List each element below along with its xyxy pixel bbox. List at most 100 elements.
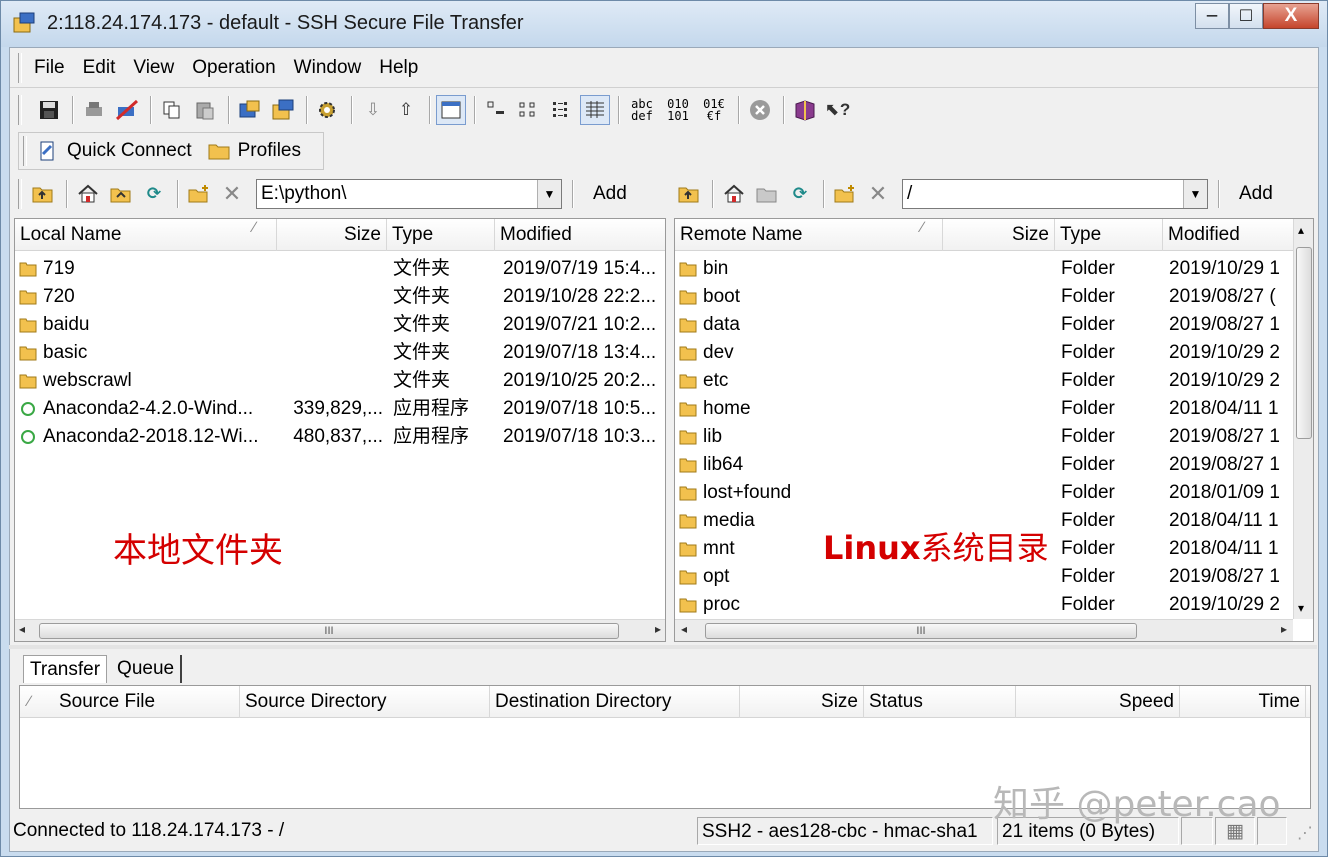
minimize-button[interactable]: – bbox=[1195, 3, 1229, 29]
profiles-button[interactable]: Profiles bbox=[208, 140, 301, 162]
menu-window[interactable]: Window bbox=[294, 57, 362, 79]
table-row[interactable]: Anaconda2-4.2.0-Wind... 339,829,... 应用程序 20… bbox=[15, 395, 665, 423]
close-button[interactable]: X bbox=[1263, 3, 1319, 29]
table-row[interactable]: 720 文件夹 2019/10/28 22:2... bbox=[15, 283, 665, 311]
table-row[interactable]: basic 文件夹 2019/07/18 13:4... bbox=[15, 339, 665, 367]
local-col-name[interactable]: Local Name bbox=[15, 219, 277, 251]
scroll-right-icon[interactable]: ▸ bbox=[655, 622, 661, 636]
transfer-col-status[interactable]: Status bbox=[864, 686, 1016, 718]
list-view-icon[interactable] bbox=[547, 95, 577, 125]
upload-arrow-icon[interactable]: ⇧ bbox=[391, 95, 421, 125]
chevron-down-icon[interactable]: ▼ bbox=[1183, 180, 1207, 208]
tab-transfer[interactable]: Transfer bbox=[23, 655, 108, 683]
settings-icon[interactable] bbox=[313, 95, 343, 125]
scroll-left-icon[interactable]: ◂ bbox=[681, 622, 687, 636]
remote-col-type[interactable]: Type bbox=[1055, 219, 1163, 251]
local-new-folder-icon[interactable] bbox=[184, 179, 214, 209]
remote-new-folder-icon[interactable] bbox=[830, 179, 860, 209]
toolbar-grip[interactable] bbox=[18, 95, 22, 125]
table-row[interactable]: lib Folder 2019/08/27 1 bbox=[675, 423, 1293, 451]
remote-refresh-icon[interactable]: ⟳ bbox=[785, 179, 815, 209]
paste-icon[interactable] bbox=[190, 95, 220, 125]
new-file-transfer-icon[interactable] bbox=[268, 95, 298, 125]
remote-col-name[interactable]: Remote Name bbox=[675, 219, 943, 251]
help-book-icon[interactable] bbox=[790, 95, 820, 125]
scroll-right-icon[interactable]: ▸ bbox=[1281, 622, 1287, 636]
remote-up-folder-icon[interactable] bbox=[674, 179, 704, 209]
table-row[interactable]: data Folder 2019/08/27 1 bbox=[675, 311, 1293, 339]
menu-help[interactable]: Help bbox=[379, 57, 418, 79]
menubar-grip[interactable] bbox=[18, 52, 22, 83]
table-row[interactable]: 719 文件夹 2019/07/19 15:4... bbox=[15, 255, 665, 283]
tab-queue[interactable]: Queue bbox=[111, 655, 183, 683]
table-row[interactable]: lost+found Folder 2018/01/09 1 bbox=[675, 479, 1293, 507]
save-icon[interactable] bbox=[34, 95, 64, 125]
ascii-mode-button[interactable]: abc def bbox=[625, 98, 659, 122]
local-add-button[interactable]: Add bbox=[593, 183, 627, 205]
large-icons-view-icon[interactable] bbox=[481, 95, 511, 125]
transfer-col-time[interactable]: Time bbox=[1180, 686, 1306, 718]
table-row[interactable]: bin Folder 2019/10/29 1 bbox=[675, 255, 1293, 283]
local-col-size[interactable]: Size bbox=[277, 219, 387, 251]
scroll-up-icon[interactable]: ▴ bbox=[1298, 223, 1304, 237]
new-terminal-icon[interactable] bbox=[235, 95, 265, 125]
local-col-type[interactable]: Type bbox=[387, 219, 495, 251]
transfer-col-size[interactable]: Size bbox=[740, 686, 864, 718]
scroll-left-icon[interactable]: ◂ bbox=[19, 622, 25, 636]
local-parent-folder-icon[interactable] bbox=[106, 179, 136, 209]
local-path-combo[interactable]: E:\python\ ▼ bbox=[256, 179, 562, 209]
binary-mode-button[interactable]: 010 101 bbox=[661, 98, 695, 122]
table-row[interactable]: home Folder 2018/04/11 1 bbox=[675, 395, 1293, 423]
remote-parent-folder-icon[interactable] bbox=[752, 179, 782, 209]
pane-splitter[interactable] bbox=[9, 645, 1317, 649]
quick-toolbar-grip[interactable] bbox=[23, 136, 27, 166]
scroll-thumb[interactable] bbox=[1296, 247, 1312, 439]
local-horizontal-scrollbar[interactable]: ◂ III ▸ bbox=[15, 619, 665, 641]
scroll-thumb[interactable]: III bbox=[705, 623, 1137, 639]
quick-connect-button[interactable]: Quick Connect bbox=[37, 140, 192, 162]
remote-col-size[interactable]: Size bbox=[943, 219, 1055, 251]
remote-add-button[interactable]: Add bbox=[1239, 183, 1273, 205]
remote-delete-icon[interactable]: ✕ bbox=[863, 179, 893, 209]
auto-mode-button[interactable]: 01€ €f bbox=[697, 98, 731, 122]
remote-home-icon[interactable] bbox=[719, 179, 749, 209]
table-row[interactable]: dev Folder 2019/10/29 2 bbox=[675, 339, 1293, 367]
cancel-transfer-icon[interactable] bbox=[745, 95, 775, 125]
scroll-down-icon[interactable]: ▾ bbox=[1298, 601, 1304, 615]
remote-col-modified[interactable]: Modified bbox=[1163, 219, 1297, 251]
remote-horizontal-scrollbar[interactable]: ◂ III ▸ bbox=[675, 619, 1293, 641]
download-arrow-icon[interactable]: ⇩ bbox=[358, 95, 388, 125]
transfer-col-source-directory[interactable]: Source Directory bbox=[240, 686, 490, 718]
menu-edit[interactable]: Edit bbox=[83, 57, 116, 79]
transfer-col-destination-directory[interactable]: Destination Directory bbox=[490, 686, 740, 718]
local-col-modified[interactable]: Modified bbox=[495, 219, 665, 251]
details-view-icon[interactable] bbox=[580, 95, 610, 125]
local-pathbar-grip[interactable] bbox=[18, 179, 22, 209]
scroll-thumb[interactable]: III bbox=[39, 623, 619, 639]
small-icons-view-icon[interactable] bbox=[514, 95, 544, 125]
table-row[interactable]: etc Folder 2019/10/29 2 bbox=[675, 367, 1293, 395]
table-row[interactable]: Anaconda2-2018.12-Wi... 480,837,... 应用程序 20… bbox=[15, 423, 665, 451]
copy-icon[interactable] bbox=[157, 95, 187, 125]
resize-grip-icon[interactable]: ⋰ bbox=[1297, 823, 1313, 843]
disconnect-icon[interactable] bbox=[112, 95, 142, 125]
local-refresh-icon[interactable]: ⟳ bbox=[139, 179, 169, 209]
remote-path-combo[interactable]: / ▼ bbox=[902, 179, 1208, 209]
menu-file[interactable]: File bbox=[34, 57, 65, 79]
remote-vertical-scrollbar[interactable]: ▴ ▾ bbox=[1293, 219, 1313, 619]
local-file-list[interactable]: Local Name ∕ Size Type Modified 719 文件夹 20… bbox=[14, 218, 666, 642]
transfer-col-speed[interactable]: Speed bbox=[1016, 686, 1180, 718]
table-row[interactable]: boot Folder 2019/08/27 ( bbox=[675, 283, 1293, 311]
title-bar[interactable]: 2:118.24.174.173 - default - SSH Secure … bbox=[1, 1, 1327, 47]
local-delete-icon[interactable]: ✕ bbox=[217, 179, 247, 209]
local-up-folder-icon[interactable] bbox=[28, 179, 58, 209]
chevron-down-icon[interactable]: ▼ bbox=[537, 180, 561, 208]
menu-operation[interactable]: Operation bbox=[192, 57, 275, 79]
toggle-view-icon[interactable] bbox=[436, 95, 466, 125]
table-row[interactable]: baidu 文件夹 2019/07/21 10:2... bbox=[15, 311, 665, 339]
transfer-col-source-file[interactable]: Source File bbox=[54, 686, 240, 718]
table-row[interactable]: webscrawl 文件夹 2019/10/25 20:2... bbox=[15, 367, 665, 395]
context-help-icon[interactable]: ⬉? bbox=[823, 95, 853, 125]
table-row[interactable]: proc Folder 2019/10/29 2 bbox=[675, 591, 1293, 619]
maximize-button[interactable]: □ bbox=[1229, 3, 1263, 29]
